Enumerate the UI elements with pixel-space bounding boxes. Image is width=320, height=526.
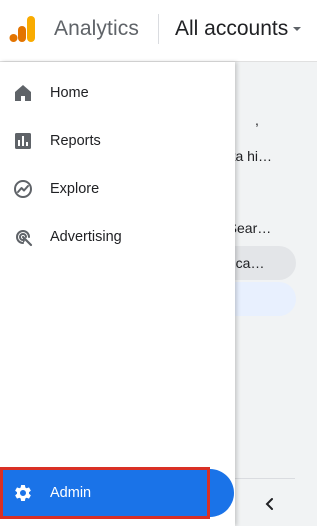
nav-item-admin[interactable]: Admin bbox=[0, 469, 234, 517]
nav-item-label: Explore bbox=[50, 181, 100, 197]
background-text-dot: , bbox=[255, 112, 259, 128]
account-selector[interactable]: All accounts bbox=[175, 14, 302, 44]
nav-item-explore[interactable]: Explore bbox=[0, 165, 235, 213]
nav-item-label: Admin bbox=[50, 485, 92, 501]
nav-item-home[interactable]: Home bbox=[0, 69, 235, 117]
advertising-icon bbox=[12, 226, 34, 248]
nav-item-advertising[interactable]: Advertising bbox=[0, 213, 235, 261]
account-selector-label: All accounts bbox=[175, 17, 289, 40]
analytics-app: , uota hi… e Sear… odifica… Analytics Al… bbox=[0, 0, 317, 526]
top-bar: Analytics All accounts bbox=[0, 0, 317, 62]
caret-down-icon bbox=[293, 27, 302, 31]
nav-item-label: Home bbox=[50, 85, 89, 101]
collapse-nav-button[interactable] bbox=[259, 493, 281, 515]
chevron-left-icon bbox=[265, 498, 273, 510]
divider bbox=[235, 478, 295, 479]
nav-item-label: Reports bbox=[50, 133, 101, 149]
nav-item-reports[interactable]: Reports bbox=[0, 117, 235, 165]
home-icon bbox=[12, 82, 34, 104]
header-divider bbox=[158, 14, 159, 44]
gear-icon bbox=[12, 482, 34, 504]
reports-icon bbox=[12, 130, 34, 152]
nav-item-label: Advertising bbox=[50, 229, 122, 245]
app-title: Analytics bbox=[54, 17, 139, 40]
explore-icon bbox=[12, 178, 34, 200]
navigation-drawer: Home Reports Explore Advertising Admin bbox=[0, 62, 235, 526]
analytics-logo[interactable] bbox=[9, 14, 37, 44]
